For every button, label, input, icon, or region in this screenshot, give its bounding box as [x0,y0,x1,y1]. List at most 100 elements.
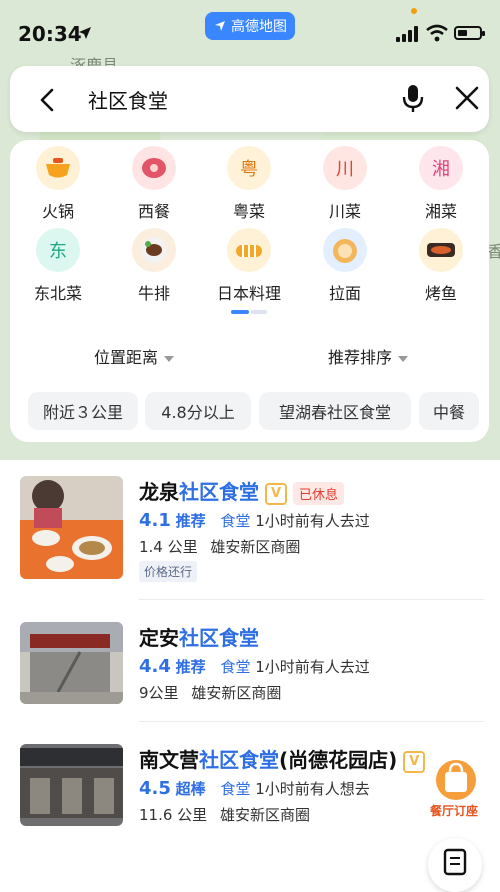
rating-row: 4.4 推荐 食堂 1小时前有人去过 [139,656,370,677]
category-grilled-fish[interactable]: 烤鱼 [401,228,481,304]
name-prefix: 定安 [139,626,179,650]
category-label: 西餐 [137,202,170,221]
name-highlight: 社区食堂 [179,480,259,504]
recent-visit: 1小时前有人去过 [255,512,370,530]
app-badge-label: 高德地图 [231,19,287,35]
filter-chip[interactable]: 望湖春社区食堂 [259,392,411,430]
restaurant-type: 食堂 [220,658,251,676]
battery-icon [454,26,485,40]
cellular-signal-icon [396,26,418,42]
category-ramen[interactable]: 拉面 [305,228,385,304]
distance: 11.6 公里 [139,806,208,824]
status-time: 20:34 [18,22,82,46]
list-item[interactable]: 龙泉社区食堂 V 已休息 4.1 推荐 食堂 1小时前有人去过 1.4 公里 雄安新… [0,460,500,600]
recent-visit: 1小时前有人想去 [255,780,370,798]
name-suffix: (尚德花园店) [279,748,398,772]
category-dongbei[interactable]: 东 东北菜 [18,228,98,304]
location-row: 11.6 公里 雄安新区商圈 [139,804,310,825]
noodle-icon [323,228,367,272]
verified-badge-icon: V [265,482,287,505]
restaurant-type: 食堂 [220,512,251,530]
list-item[interactable]: 南文营社区食堂(尚德花园店) V 4.5 超棒 食堂 1小时前有人想去 11.6 … [0,728,500,868]
filter-chip[interactable]: 附近３公里 [28,392,138,430]
closed-badge: 已休息 [293,482,345,505]
restaurant-type: 食堂 [220,780,251,798]
category-label: 牛排 [137,284,170,303]
filter-chip-row: 附近３公里 4.8分以上 望湖春社区食堂 中餐 [28,392,489,432]
distance: 9公里 [139,684,179,702]
category-hunan[interactable]: 湘 湘菜 [401,146,481,222]
restaurant-name: 定安社区食堂 [139,622,259,651]
sushi-icon [227,228,271,272]
hotpot-icon [36,146,80,190]
location-row: 1.4 公里 雄安新区商圈 [139,536,300,557]
rating-score: 4.4 [139,656,171,677]
category-label: 日本料理 [216,284,281,303]
name-highlight: 社区食堂 [199,748,279,772]
category-label: 粤菜 [232,202,265,221]
category-japanese[interactable]: 日本料理 [209,228,289,304]
category-label: 烤鱼 [424,284,457,303]
close-icon[interactable] [450,81,484,115]
steak-plate-icon [132,228,176,272]
location-row: 9公里 雄安新区商圈 [139,682,281,703]
restaurant-name: 龙泉社区食堂 V 已休息 [139,476,345,505]
rating-row: 4.5 超棒 食堂 1小时前有人想去 [139,778,370,799]
price-tag: 价格还行 [139,561,198,582]
area: 雄安新区商圈 [219,806,310,824]
category-label: 湘菜 [424,202,457,221]
restaurant-photo [20,622,123,704]
dongbei-icon: 东 [36,228,80,272]
category-steak[interactable]: 牛排 [114,228,194,304]
list-view-button[interactable] [428,838,482,892]
distance: 1.4 公里 [139,538,198,556]
restaurant-photo [20,744,123,826]
rating-row: 4.1 推荐 食堂 1小时前有人去过 [139,510,370,531]
list-icon [443,848,467,876]
sort-ranking-label: 推荐排序 [328,348,393,367]
yue-icon: 粤 [227,146,271,190]
area: 雄安新区商圈 [191,684,282,702]
category-western[interactable]: 西餐 [114,146,194,222]
status-bar: 20:34 高德地图 [0,0,500,60]
restaurant-booking-button[interactable]: 餐厅订座 [428,758,484,818]
list-item[interactable]: 定安社区食堂 4.4 推荐 食堂 1小时前有人去过 9公里 雄安新区商圈 [0,606,500,746]
grilled-fish-icon [419,228,463,272]
navigation-arrow-icon [215,21,225,31]
search-bar: 社区食堂 [10,66,489,132]
rating-word: 超棒 [175,780,206,798]
category-cantonese[interactable]: 粤 粤菜 [209,146,289,222]
microphone-icon[interactable] [396,81,430,115]
divider [139,721,484,722]
category-label: 火锅 [41,202,74,221]
sort-distance-dropdown[interactable]: 位置距离 [94,344,175,368]
privacy-indicator-icon [411,8,417,14]
sort-ranking-dropdown[interactable]: 推荐排序 [328,344,409,368]
filter-chip[interactable]: 4.8分以上 [145,392,251,430]
name-highlight: 社区食堂 [179,626,259,650]
sort-distance-label: 位置距离 [94,348,159,367]
verified-badge-icon: V [403,750,426,773]
category-panel: 火锅 西餐 粤 粤菜 川 川菜 湘 湘菜 东 东北菜 牛排 日本料理 拉面 烤鱼… [10,140,489,442]
area: 雄安新区商圈 [210,538,301,556]
category-sichuan[interactable]: 川 川菜 [305,146,385,222]
category-label: 川菜 [328,202,361,221]
rating-score: 4.5 [139,778,171,799]
wifi-icon [426,24,448,42]
location-arrow-icon [79,27,91,39]
name-prefix: 南文营 [139,748,199,772]
back-icon[interactable] [32,83,66,117]
category-label: 拉面 [328,284,361,303]
recent-visit: 1小时前有人去过 [255,658,370,676]
app-return-badge[interactable]: 高德地图 [205,12,295,40]
filter-chip[interactable]: 中餐 [419,392,479,430]
restaurant-name: 南文营社区食堂(尚德花园店) V [139,744,426,773]
name-prefix: 龙泉 [139,480,179,504]
category-label: 东北菜 [33,284,82,303]
restaurant-photo [20,476,123,579]
rating-word: 推荐 [175,512,206,530]
chuan-icon: 川 [323,146,367,190]
category-hotpot[interactable]: 火锅 [18,146,98,222]
search-input[interactable]: 社区食堂 [88,85,168,114]
rating-word: 推荐 [175,658,206,676]
